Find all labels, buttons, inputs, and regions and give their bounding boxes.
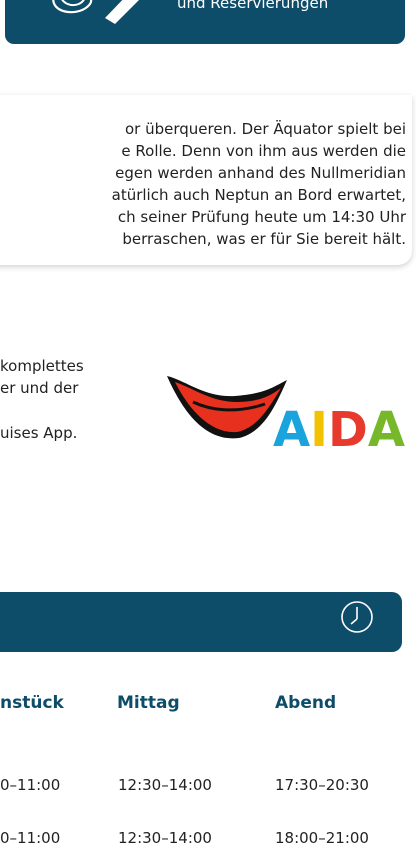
promo-line: er und der [0,379,79,397]
info-line: berraschen, was er für Sie bereit hält. [122,230,406,248]
table-cell: 0–11:00 [0,776,61,794]
app-promo-text: komplettes er und der uises App. [0,355,84,444]
banner-label: und Reservierungen [177,0,329,12]
column-header-lunch: Mittag [117,693,180,713]
info-line: e Rolle. Denn von ihm aus werden die [121,142,406,160]
aida-logo: AIDA [167,376,405,452]
info-line: or überqueren. Der Äquator spielt bei [124,120,406,138]
promo-line: uises App. [0,424,78,442]
clock-icon[interactable] [340,600,374,634]
logo-letters: AIDA [273,402,405,452]
table-cell: 0–11:00 [0,829,61,847]
column-header-breakfast: nstück [0,693,64,713]
reservation-banner[interactable]: und Reservierungen [5,0,405,44]
column-header-dinner: Abend [275,693,337,713]
promo-line: komplettes [0,357,84,375]
info-line: atürlich auch Neptun an Bord erwartet, [111,186,406,204]
aida-lips-icon [167,376,287,439]
equator-info-text: or überqueren. Der Äquator spielt bei e … [0,118,406,250]
table-cell: 12:30–14:00 [118,776,212,794]
info-line: egen werden anhand des Nullmeridian [115,164,406,182]
table-cell: 17:30–20:30 [275,776,369,794]
phone-icon [52,0,139,24]
info-line: ch seiner Prüfung heute um 14:30 Uhr [117,208,406,226]
table-cell: 12:30–14:00 [118,829,212,847]
table-cell: 18:00–21:00 [275,829,369,847]
